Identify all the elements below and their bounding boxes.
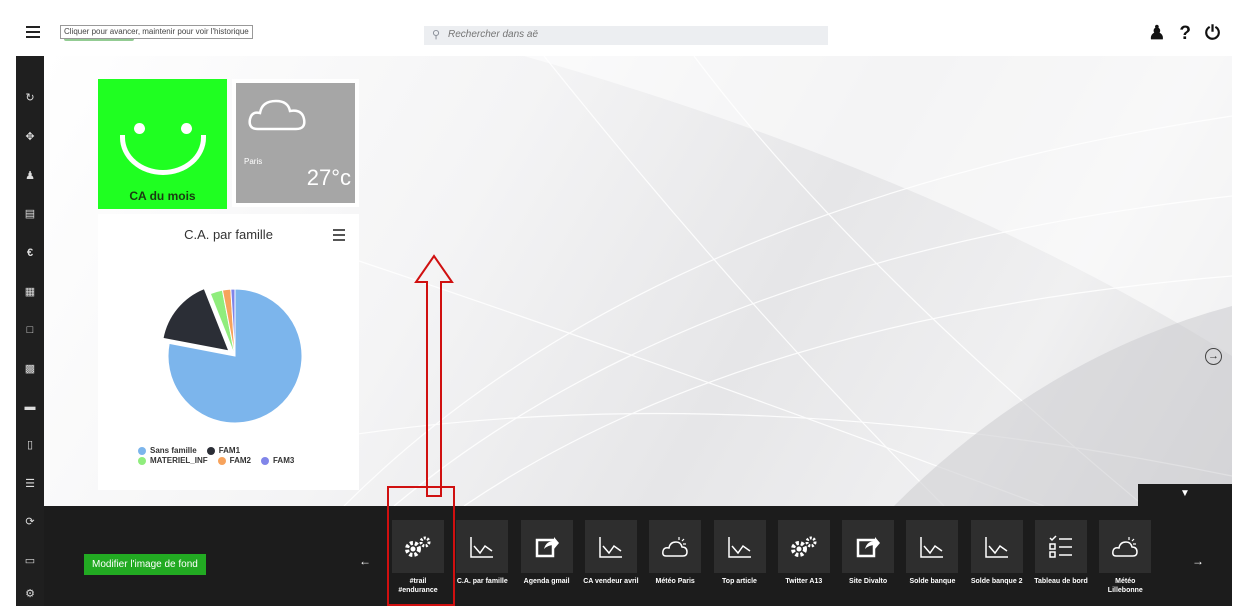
sheet-icon[interactable]: ▯: [22, 437, 38, 453]
dock-item[interactable]: Site Divalto: [840, 520, 896, 604]
pie-chart-widget[interactable]: C.A. par famille Sans famille FAM1 MATER…: [98, 214, 359, 490]
help-icon[interactable]: ?: [1179, 23, 1191, 45]
settings-icon[interactable]: ⚙: [22, 586, 38, 602]
legend-item[interactable]: FAM1: [206, 446, 241, 455]
expand-icon[interactable]: ✥: [22, 129, 38, 145]
tile-label: CA du mois: [129, 189, 196, 203]
change-background-button[interactable]: Modifier l'image de fond: [84, 554, 206, 575]
next-page-icon[interactable]: →: [1205, 348, 1222, 365]
dock-item-label: Site Divalto: [849, 578, 888, 585]
dock-item[interactable]: C.A. par famille: [454, 520, 510, 604]
gears-icon: [777, 520, 830, 573]
top-bar: Cliquer pour avancer, maintenir pour voi…: [16, 16, 1232, 56]
weather-icon: [1099, 520, 1152, 573]
smiley-mouth: [120, 135, 206, 175]
dock-item[interactable]: Météo Lillebonne: [1097, 520, 1153, 604]
line-chart-icon: [584, 520, 637, 573]
power-icon[interactable]: ⏻: [1205, 23, 1220, 45]
weather-tile[interactable]: Paris 27°c: [232, 79, 359, 207]
legend-swatch: [138, 456, 146, 465]
calendar-icon[interactable]: ▦: [22, 284, 38, 300]
dock-item-label: Météo Lillebonne: [1107, 578, 1143, 594]
dock-item-label: C.A. par famille: [456, 578, 508, 585]
legend-label: FAM2: [229, 456, 251, 465]
dock-item-label: CA vendeur avril: [583, 578, 639, 585]
menu-icon[interactable]: [26, 26, 40, 38]
dock-item[interactable]: Agenda gmail: [519, 520, 575, 604]
dock-prev-arrow[interactable]: ←: [359, 554, 371, 568]
annotation-arrow: [414, 254, 454, 497]
dock-item[interactable]: Solde banque 2: [969, 520, 1025, 604]
legend-item[interactable]: FAM2: [217, 456, 251, 465]
widget-dock: ▼ Modifier l'image de fond ← #trail #end…: [44, 484, 1232, 606]
annotation-highlight: [387, 486, 455, 606]
sync-icon[interactable]: ↻: [22, 90, 38, 106]
weather-temperature: 27°c: [306, 165, 351, 190]
share-icon: [842, 520, 895, 573]
dock-item[interactable]: Top article: [712, 520, 768, 604]
folder-icon[interactable]: □: [22, 322, 38, 338]
weather-icon: [649, 520, 702, 573]
dock-item-label: Solde banque 2: [970, 578, 1023, 585]
documents-icon[interactable]: ▤: [22, 206, 38, 222]
line-chart-icon: [713, 520, 766, 573]
search-bar[interactable]: ⚲: [424, 26, 828, 45]
legend-label: Sans famille: [150, 446, 197, 455]
pie-chart: [162, 287, 303, 424]
dock-item[interactable]: Twitter A13: [776, 520, 832, 604]
line-chart-icon: [456, 520, 509, 573]
dock-item-label: Twitter A13: [785, 578, 823, 585]
top-actions: ♟ ? ⏻: [1148, 23, 1220, 45]
card-icon[interactable]: ▬: [22, 399, 38, 415]
dock-item[interactable]: Météo Paris: [647, 520, 703, 604]
legend-item[interactable]: MATERIEL_INF: [138, 456, 208, 465]
cloud-icon: [248, 99, 306, 131]
ca-du-mois-tile[interactable]: CA du mois: [98, 79, 227, 209]
legend-swatch: [260, 456, 269, 465]
sidebar: ↻ ✥ ♟ ▤ € ▦ □ ▩ ▬ ▯ ☰ ⟳ ▭ ⚙: [16, 56, 44, 606]
desktop-area: CA du mois Paris 27°c C.A. par famille S…: [44, 56, 1232, 506]
app-window: Cliquer pour avancer, maintenir pour voi…: [16, 16, 1232, 606]
dock-item[interactable]: CA vendeur avril: [583, 520, 639, 604]
contacts-icon[interactable]: ♟: [22, 168, 38, 184]
smiley-eye: [134, 123, 145, 134]
chart-legend: Sans famille FAM1 MATERIEL_INF FAM2 FAM3: [138, 446, 348, 466]
checklist-icon: [1035, 520, 1087, 573]
user-settings-icon[interactable]: ♟: [1148, 23, 1165, 45]
legend-item[interactable]: Sans famille: [138, 446, 197, 455]
legend-swatch: [138, 446, 146, 455]
line-chart-icon: [970, 520, 1023, 573]
inbox-icon[interactable]: ▩: [22, 361, 38, 377]
line-chart-icon: [906, 520, 959, 573]
dock-next-arrow[interactable]: →: [1192, 554, 1204, 568]
open-folder-icon[interactable]: ▭: [22, 553, 38, 569]
weather-city: Paris: [244, 157, 263, 166]
dock-toggle-button[interactable]: ▼: [1138, 484, 1232, 506]
search-input[interactable]: [448, 29, 818, 40]
legend-swatch: [206, 446, 215, 455]
euro-icon[interactable]: €: [22, 245, 38, 261]
search-icon: ⚲: [432, 29, 441, 41]
history-tooltip: Cliquer pour avancer, maintenir pour voi…: [60, 25, 253, 39]
dock-item-label: Top article: [722, 578, 757, 585]
list-icon[interactable]: ☰: [22, 476, 38, 492]
dock-item[interactable]: Solde banque: [904, 520, 960, 604]
legend-label: FAM1: [218, 446, 241, 455]
dock-item-label: Tableau de bord: [1034, 578, 1088, 585]
refresh-icon[interactable]: ⟳: [22, 514, 38, 530]
legend-label: FAM3: [272, 456, 295, 465]
legend-swatch: [217, 456, 226, 465]
dock-item-label: Météo Paris: [655, 578, 695, 585]
share-icon: [520, 520, 573, 573]
dock-item-label: Solde banque: [909, 578, 956, 585]
smiley-eye: [181, 123, 192, 134]
legend-item[interactable]: FAM3: [260, 456, 295, 465]
legend-label: MATERIEL_INF: [150, 456, 208, 465]
dock-item[interactable]: Tableau de bord: [1033, 520, 1089, 604]
dock-item-label: Agenda gmail: [523, 578, 570, 585]
